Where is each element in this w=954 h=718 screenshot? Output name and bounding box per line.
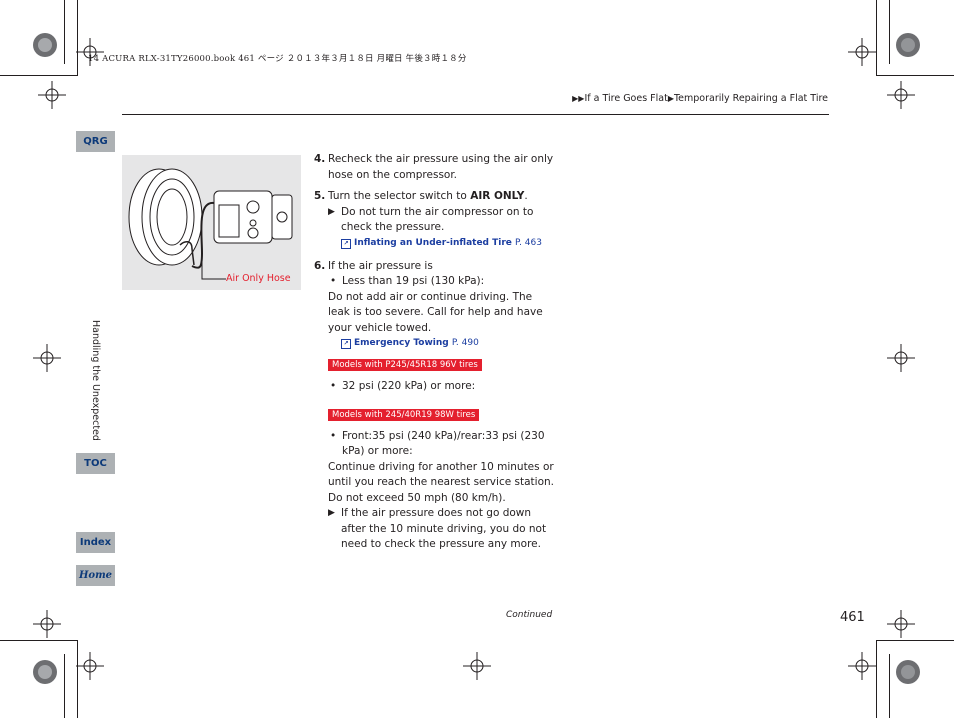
step-5: 5. Turn the selector switch to AIR ONLY. (314, 189, 554, 205)
registration-target-icon (848, 38, 876, 66)
registration-target-icon (463, 652, 491, 680)
selector-setting: AIR ONLY (470, 190, 525, 202)
step-text: Recheck the air pressure using the air o… (328, 153, 554, 181)
index-button[interactable]: Index (76, 532, 115, 553)
registration-target-icon (887, 81, 915, 109)
color-wheel-icon (33, 33, 57, 57)
bullet-text: Front:35 psi (240 kPa)/rear:33 psi (230 … (342, 429, 545, 458)
breadcrumb-item[interactable]: Temporarily Repairing a Flat Tire (674, 93, 828, 104)
bullet-text: Less than 19 psi (130 kPa): (342, 275, 485, 287)
note-triangle-icon: ▶ (328, 508, 335, 518)
step-6: 6. If the air pressure is (314, 259, 554, 275)
bullet-icon: • (330, 429, 337, 442)
breadcrumb: ▶▶If a Tire Goes Flat▶Temporarily Repair… (572, 93, 828, 104)
registration-target-icon (848, 652, 876, 680)
toc-button[interactable]: TOC (76, 453, 115, 474)
registration-target-icon (76, 652, 104, 680)
step-6-note: ▶ If the air pressure does not go down a… (314, 506, 554, 553)
home-button[interactable]: Home (76, 565, 115, 586)
step-number: 6. (314, 259, 326, 272)
xref-label[interactable]: Emergency Towing (354, 338, 449, 348)
registration-target-icon (887, 610, 915, 638)
registration-target-icon (33, 344, 61, 372)
step-text-end: . (524, 190, 528, 202)
pressure-condition-32psi: • 32 psi (220 kPa) or more: (314, 379, 554, 395)
model-tag-p245-45r18: Models with P245/45R18 96V tires (328, 359, 482, 371)
pressure-condition-front-rear: • Front:35 psi (240 kPa)/rear:33 psi (23… (314, 429, 554, 460)
color-wheel-icon (33, 660, 57, 684)
breadcrumb-arrow-icon: ▶▶ (572, 94, 585, 103)
home-icon: Home (78, 570, 113, 581)
continued-label: Continued (506, 610, 553, 620)
registration-target-icon (38, 81, 66, 109)
qrg-button[interactable]: QRG (76, 131, 115, 152)
tire-and-compressor-icon (128, 168, 293, 280)
section-label: Handling the Unexpected (84, 320, 104, 450)
step-text: If the air pressure is (328, 259, 433, 272)
compressor-illustration (122, 155, 301, 290)
note-text: Do not turn the air compressor on to che… (341, 205, 534, 234)
xref-emergency-towing-link[interactable]: ↗ Emergency Towing P. 490 (314, 336, 554, 351)
note-triangle-icon: ▶ (328, 206, 335, 217)
registration-target-icon (33, 610, 61, 638)
color-wheel-icon (896, 33, 920, 57)
low-pressure-instruction: Do not add air or continue driving. The … (328, 290, 543, 334)
reference-arrow-icon: ↗ (341, 339, 351, 349)
page-number: 461 (840, 610, 865, 625)
pressure-condition-low: • Less than 19 psi (130 kPa): (314, 274, 554, 290)
print-metadata: 14 ACURA RLX-31TY26000.book 461 ページ ２０１３… (88, 54, 467, 64)
section-label-text: Handling the Unexpected (90, 320, 101, 441)
xref-label[interactable]: Inflating an Under-inflated Tire (354, 238, 512, 248)
instructions: 4. Recheck the air pressure using the ai… (314, 152, 554, 553)
bullet-icon: • (330, 275, 337, 287)
note-text: If the air pressure does not go down aft… (341, 507, 547, 550)
bullet-text: 32 psi (220 kPa) or more: (342, 379, 476, 392)
color-wheel-icon (896, 660, 920, 684)
step-number: 5. (314, 190, 326, 202)
step-number: 4. (314, 153, 326, 165)
xref-page[interactable]: P. 463 (515, 238, 542, 248)
step-4: 4. Recheck the air pressure using the ai… (314, 152, 554, 183)
xref-inflating-link[interactable]: ↗ Inflating an Under-inflated Tire P. 463 (314, 236, 554, 251)
step-5-note: ▶ Do not turn the air compressor on to c… (314, 205, 554, 236)
step-text: Turn the selector switch to (328, 190, 471, 202)
header-divider (122, 114, 829, 115)
model-tag-245-40r19: Models with 245/40R19 98W tires (328, 409, 480, 421)
reference-arrow-icon: ↗ (341, 238, 351, 249)
registration-target-icon (887, 344, 915, 372)
breadcrumb-item[interactable]: If a Tire Goes Flat (584, 93, 667, 104)
bullet-icon: • (330, 379, 337, 392)
air-only-hose-callout: Air Only Hose (226, 273, 291, 284)
continue-driving-instruction: Continue driving for another 10 minutes … (328, 460, 554, 504)
xref-page[interactable]: P. 490 (452, 338, 479, 348)
